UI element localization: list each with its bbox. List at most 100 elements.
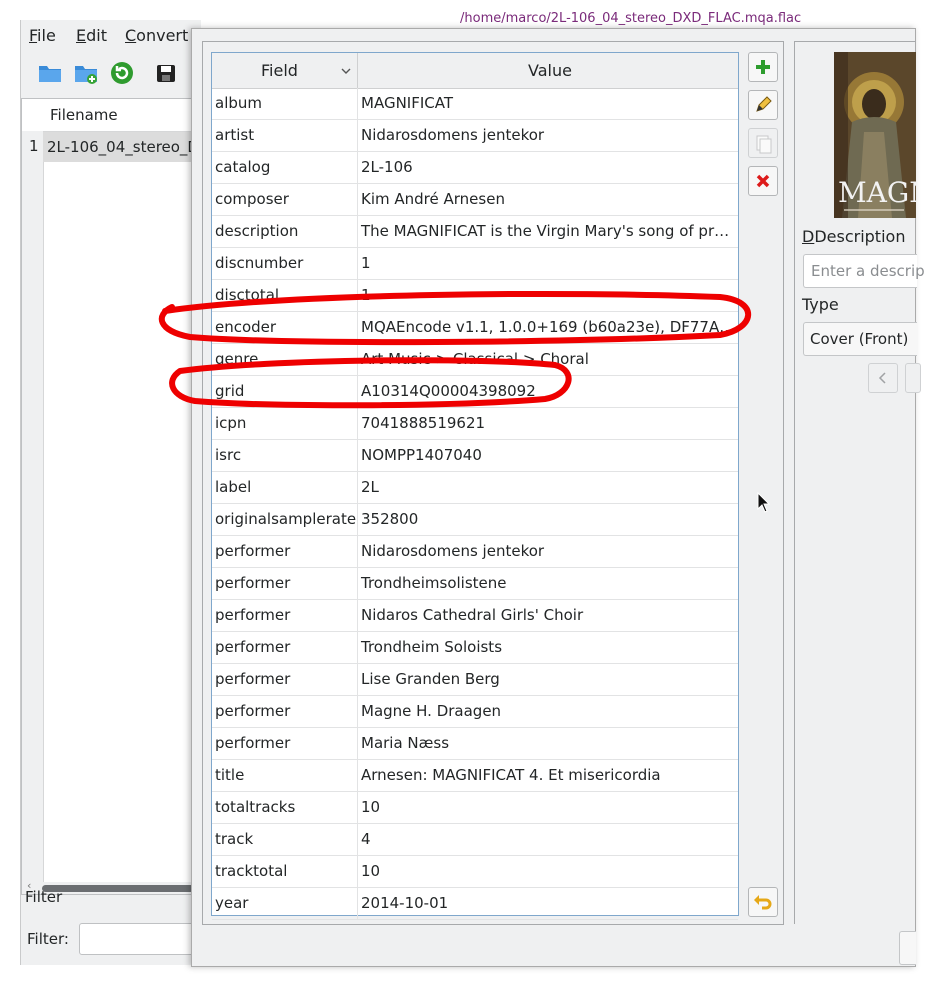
reload-icon[interactable] [109, 60, 135, 86]
undo-icon [754, 895, 772, 910]
tag-value-cell: Nidarosdomens jentekor [361, 126, 545, 144]
field-column-header[interactable]: Field [212, 53, 358, 88]
value-column-header[interactable]: Value [358, 53, 738, 88]
save-icon[interactable] [153, 60, 179, 86]
delete-tag-button[interactable] [748, 166, 778, 196]
filter-section-title: Filter [25, 888, 63, 906]
description-input[interactable]: Enter a descrip [803, 254, 925, 288]
tag-row[interactable]: performer Trondheimsolistene [212, 568, 738, 600]
tag-value-cell: 10 [361, 798, 381, 816]
next-picture-button[interactable] [905, 363, 921, 393]
tag-value-cell: Nidaros Cathedral Girls' Choir [361, 606, 584, 624]
tag-row[interactable]: performer Lise Granden Berg [212, 664, 738, 696]
tag-field-cell: originalsamplerate [212, 504, 358, 535]
tag-row[interactable]: encoder MQAEncode v1.1, 1.0.0+169 (b60a23… [212, 312, 738, 344]
tag-row[interactable]: genre Art Music > Classical > Choral [212, 344, 738, 376]
tag-row[interactable]: performer Nidarosdomens jentekor [212, 536, 738, 568]
tag-value-cell: A10314Q00004398092 [361, 382, 536, 400]
tag-row[interactable]: performer Nidaros Cathedral Girls' Choir [212, 600, 738, 632]
tag-row[interactable]: performer Trondheim Soloists [212, 632, 738, 664]
tag-field-cell: performer [212, 632, 358, 663]
tag-field-cell: performer [212, 536, 358, 567]
filter-input[interactable] [79, 923, 195, 955]
open-folder-icon[interactable] [37, 60, 63, 86]
tag-table-body: album MAGNIFICAT artist Nidarosdomens jente… [212, 88, 738, 920]
tag-value-cell: Arnesen: MAGNIFICAT 4. Et misericordia [361, 766, 661, 784]
tag-row[interactable]: tracktotal 10 [212, 856, 738, 888]
row-number: 1 [29, 137, 39, 155]
add-folder-icon[interactable] [73, 60, 99, 86]
main-window: File Edit Convert Filename 1 2L-106_04_s… [20, 20, 201, 965]
tag-field-cell: composer [212, 184, 358, 215]
tag-row[interactable]: isrc NOMPP1407040 [212, 440, 738, 472]
tag-row[interactable]: year 2014-10-01 [212, 888, 738, 920]
menu-convert[interactable]: Convert [125, 26, 188, 45]
type-select[interactable]: Cover (Front) [803, 322, 917, 356]
scrollbar-thumb[interactable] [42, 885, 194, 892]
value-header-label: Value [528, 61, 572, 80]
tag-row[interactable]: totaltracks 10 [212, 792, 738, 824]
mouse-cursor-icon [757, 492, 771, 513]
toolbar [21, 54, 201, 94]
filename-column-header[interactable]: Filename [50, 106, 118, 124]
dialog-button-partial[interactable] [899, 931, 916, 965]
tag-row[interactable]: composer Kim André Arnesen [212, 184, 738, 216]
tag-value-cell: NOMPP1407040 [361, 446, 482, 464]
tag-value-cell: The MAGNIFICAT is the Virgin Mary's song… [361, 222, 735, 240]
tag-field-cell: icpn [212, 408, 358, 439]
tag-value-cell: 2L-106 [361, 158, 413, 176]
tag-row[interactable]: performer Maria Næss [212, 728, 738, 760]
tag-value-cell: 10 [361, 862, 381, 880]
picture-group: MAGN DDescription Enter a descrip Type C… [794, 41, 925, 924]
tag-row[interactable]: title Arnesen: MAGNIFICAT 4. Et misericor… [212, 760, 738, 792]
tag-field-cell: description [212, 216, 358, 247]
edit-tag-button[interactable] [748, 90, 778, 120]
tag-row[interactable]: label 2L [212, 472, 738, 504]
tag-value-cell: MAGNIFICAT [361, 94, 453, 112]
tag-row[interactable]: discnumber 1 [212, 248, 738, 280]
tag-table-header: Field Value [212, 53, 738, 89]
description-placeholder: Enter a descrip [811, 262, 925, 280]
tag-row[interactable]: originalsamplerate 352800 [212, 504, 738, 536]
tags-group: Field Value album MAGNIFICAT artist Nidaros… [202, 41, 784, 925]
tag-field-cell: genre [212, 344, 358, 375]
tag-value-cell: 352800 [361, 510, 419, 528]
tag-row[interactable]: catalog 2L-106 [212, 152, 738, 184]
tag-row[interactable]: description The MAGNIFICAT is the Virgin … [212, 216, 738, 248]
tag-value-cell: Maria Næss [361, 734, 450, 752]
tag-value-cell: Trondheim Soloists [361, 638, 503, 656]
tag-row[interactable]: album MAGNIFICAT [212, 88, 738, 120]
menubar: File Edit Convert [21, 20, 201, 50]
copy-tag-button[interactable] [748, 128, 778, 158]
tag-value-cell: MQAEncode v1.1, 1.0.0+169 (b60a23e), DF7… [361, 318, 735, 336]
menu-file[interactable]: File [29, 26, 56, 45]
tag-row[interactable]: icpn 7041888519621 [212, 408, 738, 440]
tag-value-cell: 4 [361, 830, 371, 848]
tag-field-cell: track [212, 824, 358, 855]
description-label: DDescription [802, 227, 906, 246]
row-number-gutter: 1 [22, 131, 44, 893]
tag-field-cell: discnumber [212, 248, 358, 279]
revert-button[interactable] [748, 887, 778, 917]
tag-row[interactable]: track 4 [212, 824, 738, 856]
file-list-header: Filename [22, 99, 194, 132]
tag-field-cell: title [212, 760, 358, 791]
tag-field-cell: performer [212, 568, 358, 599]
file-row[interactable]: 2L-106_04_stereo_D [43, 132, 199, 162]
tag-value-cell: 7041888519621 [361, 414, 486, 432]
tag-field-cell: year [212, 888, 358, 919]
tag-value-cell: Kim André Arnesen [361, 190, 505, 208]
chevron-down-icon [340, 63, 352, 81]
tag-row[interactable]: grid A10314Q00004398092 [212, 376, 738, 408]
tag-editor-dialog: /home/marco/2L-106_04_stereo_DXD_FLAC.mq… [191, 11, 925, 967]
add-tag-button[interactable] [748, 52, 778, 82]
menu-edit[interactable]: Edit [76, 26, 107, 45]
tag-field-cell: performer [212, 728, 358, 759]
tag-row[interactable]: disctotal 1 [212, 280, 738, 312]
previous-picture-button[interactable] [868, 363, 898, 393]
tag-field-cell: label [212, 472, 358, 503]
tag-row[interactable]: performer Magne H. Draagen [212, 696, 738, 728]
tag-value-cell: 2L [361, 478, 379, 496]
cover-subtitle-line [844, 209, 904, 211]
tag-row[interactable]: artist Nidarosdomens jentekor [212, 120, 738, 152]
